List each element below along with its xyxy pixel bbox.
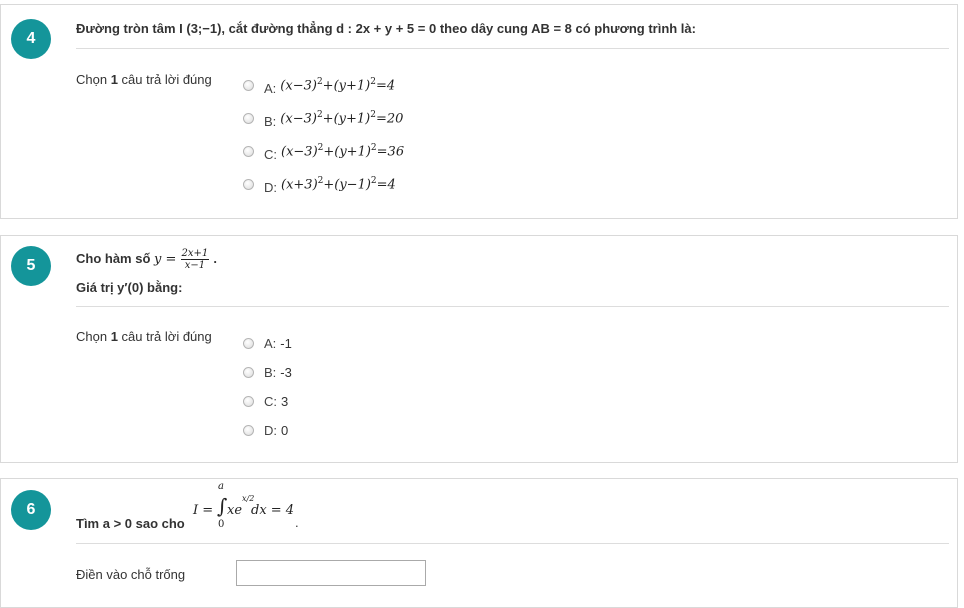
divider	[76, 48, 949, 49]
question-number-badge: 6	[11, 490, 51, 530]
option-c[interactable]: C: (x−3)2+(y+1)2=36	[243, 143, 405, 162]
question-text: Đường tròn tâm I (3;−1), cắt đường thẳng…	[76, 21, 696, 36]
question-text: Cho hàm số y = 2x+1 x−1 .	[76, 248, 218, 271]
radio-button[interactable]	[243, 79, 254, 91]
option-a[interactable]: A: (x−3)2+(y+1)2=4	[243, 77, 396, 96]
radio-button[interactable]	[243, 112, 254, 124]
question-number-badge: 4	[11, 19, 51, 59]
question-number-badge: 5	[11, 246, 51, 286]
radio-button[interactable]	[243, 396, 254, 407]
radio-button[interactable]	[243, 367, 254, 378]
question-card-6: 6 Tìm a > 0 sao cho I = a ∫ 0 xe x/2 dx …	[0, 478, 958, 608]
option-math: (x−3)2+(y+1)2=20	[280, 110, 404, 127]
option-math: (x+3)2+(y−1)2=4	[281, 176, 396, 193]
radio-button[interactable]	[243, 425, 254, 436]
option-math: (x−3)2+(y+1)2=36	[281, 143, 405, 160]
option-math: (x−3)2+(y+1)2=4	[280, 77, 396, 94]
option-d[interactable]: D: 0	[243, 423, 288, 438]
option-a[interactable]: A: -1	[243, 336, 292, 351]
radio-button[interactable]	[243, 178, 254, 190]
divider	[76, 543, 949, 544]
question-card-5: 5 Cho hàm số y = 2x+1 x−1 . Giá trị y′(0)…	[0, 235, 958, 463]
answer-prompt: Chọn 1 câu trả lời đúng	[76, 329, 212, 344]
function-formula: y = 2x+1 x−1	[154, 248, 210, 271]
radio-button[interactable]	[243, 145, 254, 157]
divider	[76, 306, 949, 307]
option-c[interactable]: C: 3	[243, 394, 288, 409]
radio-button[interactable]	[243, 338, 254, 349]
question-subtext: Giá trị y′(0) bằng:	[76, 280, 183, 295]
fill-blank-label: Điền vào chỗ trống	[76, 567, 186, 582]
fill-blank-input[interactable]	[236, 560, 426, 586]
integral-formula: I = a ∫ 0 xe x/2 dx = 4 .	[193, 481, 299, 530]
integral-sign-icon: ∫	[217, 494, 228, 518]
question-card-4: 4 Đường tròn tâm I (3;−1), cắt đường thẳ…	[0, 4, 958, 219]
option-b[interactable]: B: -3	[243, 365, 292, 380]
option-d[interactable]: D: (x+3)2+(y−1)2=4	[243, 176, 396, 195]
question-text: Tìm a > 0 sao cho	[76, 516, 185, 531]
answer-prompt: Chọn 1 câu trả lời đúng	[76, 72, 212, 87]
option-b[interactable]: B: (x−3)2+(y+1)2=20	[243, 110, 404, 129]
